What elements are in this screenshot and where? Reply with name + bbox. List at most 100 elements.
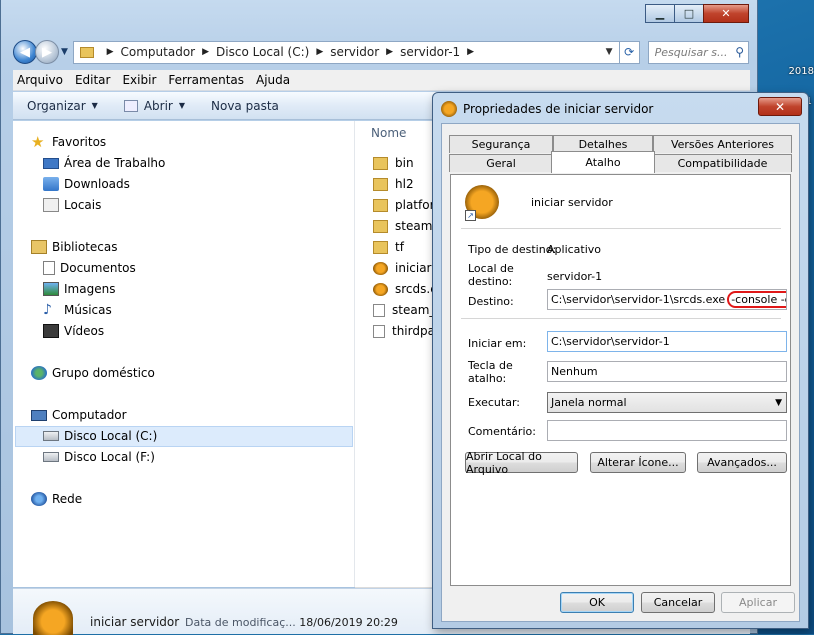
- star-icon: ★: [31, 133, 45, 151]
- tab-previous-versions[interactable]: Versões Anteriores: [653, 135, 792, 153]
- menu-editar[interactable]: Editar: [75, 73, 111, 87]
- menu-ajuda[interactable]: Ajuda: [256, 73, 290, 87]
- target-type-value: Aplicativo: [547, 243, 602, 256]
- tab-security[interactable]: Segurança: [449, 135, 553, 153]
- folder-icon: [373, 240, 388, 254]
- computer-icon: [31, 409, 47, 421]
- nav-disk-c[interactable]: Disco Local (C:): [43, 426, 157, 446]
- folder-icon: [79, 46, 94, 58]
- navigation-pane: ★ Favoritos Área de Trabalho Downloads Lo…: [13, 121, 355, 587]
- address-bar[interactable]: ▶ Computador ▶ Disco Local (C:) ▶ servid…: [72, 40, 620, 64]
- window-caption-buttons: ▁ □ ✕: [645, 4, 749, 23]
- nav-computer[interactable]: Computador: [31, 405, 127, 425]
- chevron-down-icon: ▼: [91, 101, 98, 110]
- details-modified: Data de modificaç... 18/06/2019 20:29: [185, 616, 398, 629]
- forward-button[interactable]: ▶: [35, 40, 59, 64]
- nav-music[interactable]: ♪ Músicas: [43, 300, 112, 320]
- divider: [461, 318, 781, 319]
- new-folder-button[interactable]: Nova pasta: [211, 99, 279, 113]
- search-input[interactable]: Pesquisar s... ⚲: [647, 40, 749, 64]
- nav-network[interactable]: Rede: [31, 489, 82, 509]
- chevron-down-icon: ▼: [178, 101, 186, 110]
- list-item[interactable]: bin: [373, 153, 414, 173]
- nav-desktop[interactable]: Área de Trabalho: [43, 153, 165, 173]
- half-life-shortcut-icon: ↗: [465, 185, 499, 221]
- divider: [461, 228, 781, 229]
- run-select[interactable]: Janela normal ▼: [547, 392, 787, 413]
- target-type-label: Tipo de destino:: [468, 243, 557, 256]
- change-icon-button[interactable]: Alterar Ícone...: [590, 452, 686, 473]
- start-in-field[interactable]: C:\servidor\servidor-1: [547, 331, 787, 352]
- target-path: C:\servidor\servidor-1\srcds.exe: [551, 293, 726, 306]
- nav-favorites[interactable]: ★ Favoritos: [31, 132, 106, 152]
- desktop-icon: [43, 157, 59, 169]
- nav-libraries[interactable]: Bibliotecas: [31, 237, 117, 257]
- refresh-icon[interactable]: ⟳: [619, 40, 640, 64]
- document-icon: [43, 261, 55, 275]
- image-icon: [43, 282, 59, 296]
- search-icon: ⚲: [735, 45, 744, 59]
- open-button[interactable]: Abrir ▼: [123, 99, 186, 113]
- nav-homegroup[interactable]: Grupo doméstico: [31, 363, 155, 383]
- half-life-icon: [33, 601, 73, 635]
- nav-disk-f[interactable]: Disco Local (F:): [43, 447, 155, 467]
- breadcrumb-computer[interactable]: Computador: [121, 45, 196, 59]
- breadcrumb-disk-c[interactable]: Disco Local (C:): [216, 45, 309, 59]
- menu-arquivo[interactable]: Arquivo: [17, 73, 63, 87]
- menu-ferramentas[interactable]: Ferramentas: [168, 73, 244, 87]
- menu-exibir[interactable]: Exibir: [122, 73, 156, 87]
- comment-label: Comentário:: [468, 425, 536, 438]
- start-in-label: Iniciar em:: [468, 337, 527, 350]
- network-icon: [31, 492, 47, 506]
- hotkey-field[interactable]: Nenhum: [547, 361, 787, 382]
- tab-shortcut[interactable]: Atalho: [551, 151, 655, 173]
- breadcrumb-servidor[interactable]: servidor: [330, 45, 379, 59]
- comment-field[interactable]: [547, 420, 787, 441]
- desktop-clock-fragment: 2018: [788, 66, 814, 77]
- nav-images[interactable]: Imagens: [43, 279, 115, 299]
- back-button[interactable]: ◀: [13, 40, 37, 64]
- hotkey-label: Tecla de atalho:: [468, 359, 513, 385]
- list-item[interactable]: hl2: [373, 174, 414, 194]
- list-item[interactable]: tf: [373, 237, 404, 257]
- half-life-shortcut-icon: [373, 261, 388, 275]
- maximize-button[interactable]: □: [674, 4, 704, 23]
- address-dropdown-icon[interactable]: ▼: [606, 47, 613, 57]
- minimize-button[interactable]: ▁: [645, 4, 675, 23]
- breadcrumb-servidor-1[interactable]: servidor-1: [400, 45, 460, 59]
- recent-pages-dropdown[interactable]: ▼: [61, 47, 68, 57]
- target-arguments-highlight: -console -game t: [727, 291, 786, 308]
- downloads-icon: [43, 177, 59, 191]
- properties-dialog: Propriedades de iniciar servidor ✕ Segur…: [432, 92, 809, 629]
- folder-icon: [373, 219, 388, 233]
- navigation-bar: ◀ ▶ ▼ ▶ Computador ▶ Disco Local (C:) ▶ …: [13, 38, 749, 66]
- drive-icon: [43, 452, 59, 462]
- column-header-name[interactable]: Nome: [371, 126, 406, 140]
- tab-general[interactable]: Geral: [449, 154, 553, 172]
- chevron-down-icon: ▼: [775, 397, 782, 408]
- open-file-location-button[interactable]: Abrir Local do Arquivo: [465, 450, 578, 476]
- close-button[interactable]: ✕: [703, 4, 749, 23]
- homegroup-icon: [31, 366, 47, 380]
- nav-videos[interactable]: Vídeos: [43, 321, 104, 341]
- target-field[interactable]: C:\servidor\servidor-1\srcds.exe -consol…: [547, 289, 787, 310]
- drive-icon: [43, 431, 59, 441]
- shortcut-arrow-icon: ↗: [465, 210, 476, 221]
- ok-button[interactable]: OK: [560, 592, 634, 613]
- nav-places[interactable]: Locais: [43, 195, 101, 215]
- run-value: Janela normal: [551, 396, 627, 409]
- folder-icon: [373, 177, 388, 191]
- organize-button[interactable]: Organizar ▼: [27, 99, 98, 113]
- file-icon: [373, 324, 385, 338]
- music-icon: ♪: [43, 302, 52, 318]
- details-file-name: iniciar servidor: [90, 615, 180, 629]
- nav-downloads[interactable]: Downloads: [43, 174, 130, 194]
- dialog-close-button[interactable]: ✕: [758, 97, 802, 116]
- apply-button[interactable]: Aplicar: [721, 592, 795, 613]
- target-location-value: servidor-1: [547, 270, 603, 283]
- cancel-button[interactable]: Cancelar: [641, 592, 715, 613]
- half-life-icon: [373, 282, 388, 296]
- nav-documents[interactable]: Documentos: [43, 258, 136, 278]
- advanced-button[interactable]: Avançados...: [697, 452, 787, 473]
- tab-compatibility[interactable]: Compatibilidade: [653, 154, 792, 172]
